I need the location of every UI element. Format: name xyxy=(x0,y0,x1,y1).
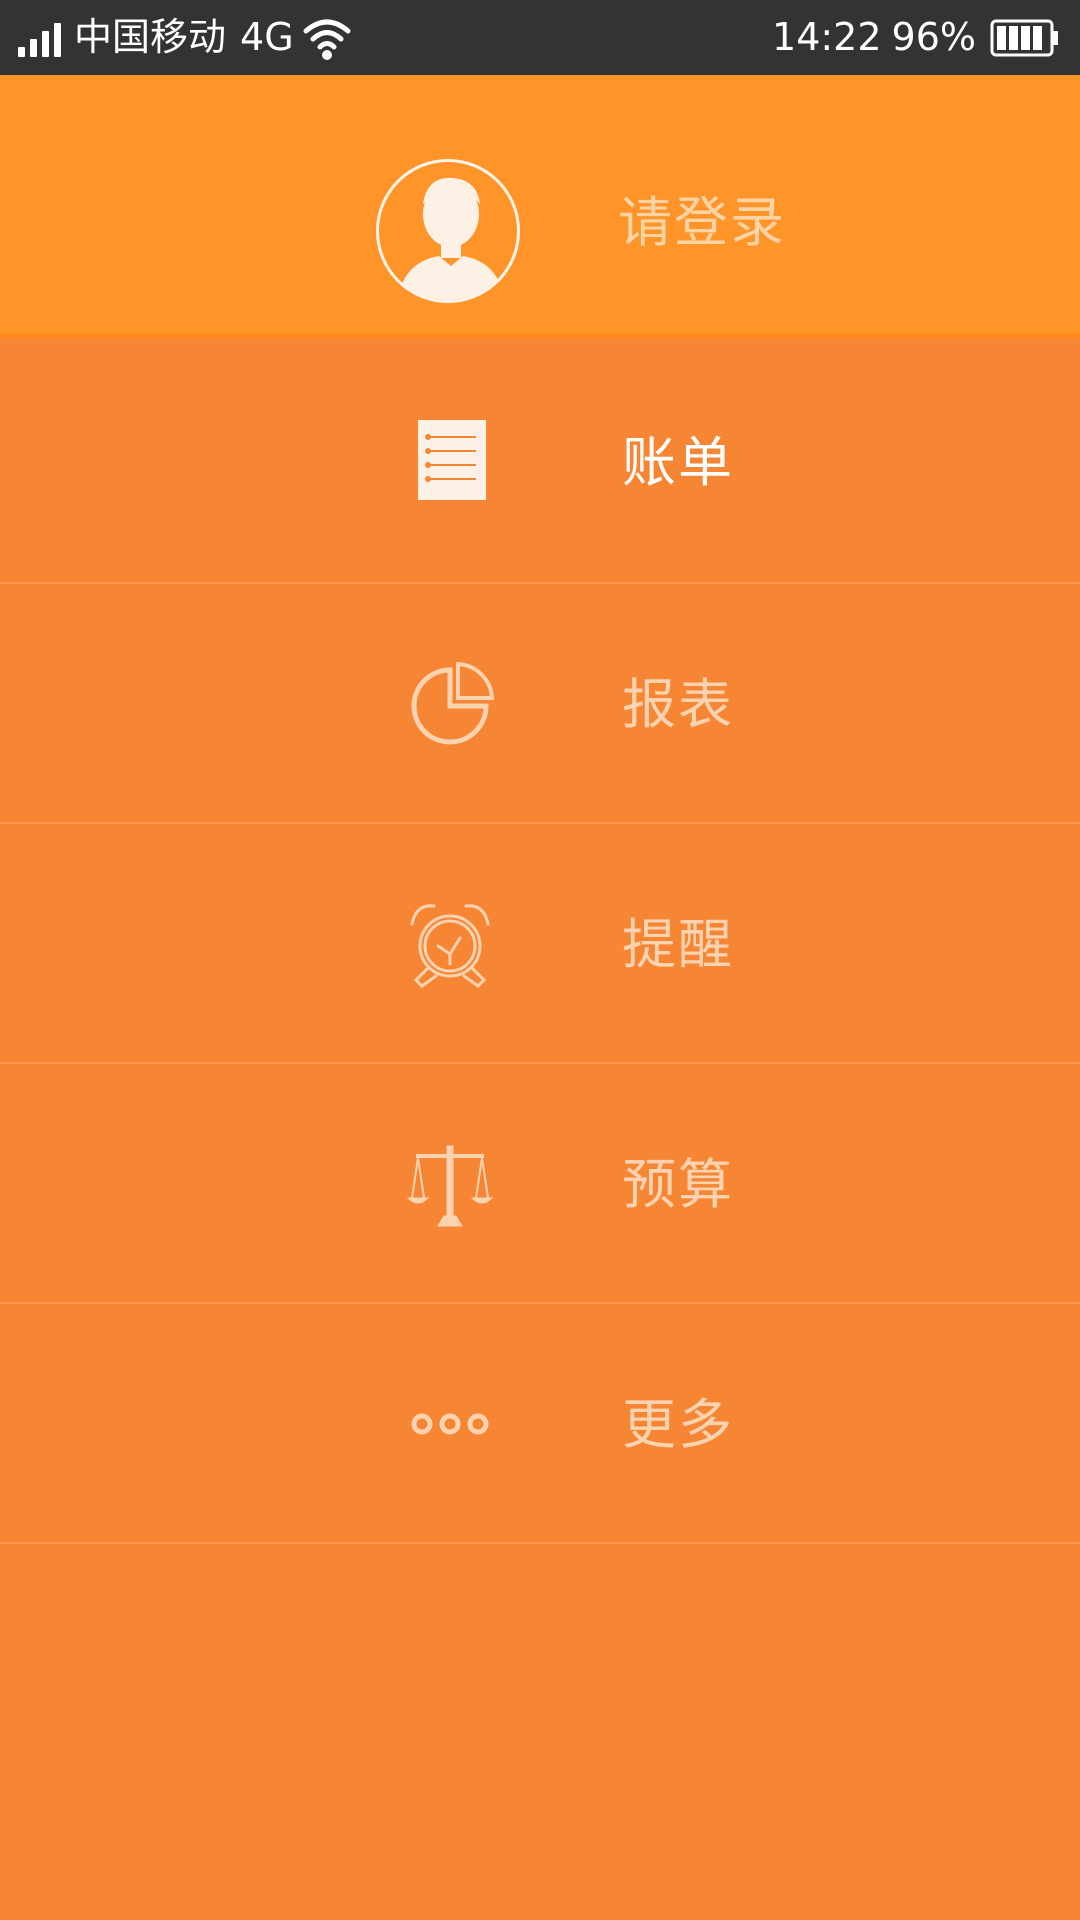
menu-item-budget[interactable]: 预算 xyxy=(0,1064,1080,1304)
menu-item-label: 账单 xyxy=(622,431,734,494)
more-dots-icon xyxy=(411,1413,489,1435)
user-header: 请登录 xyxy=(0,75,1080,338)
bill-list-icon xyxy=(418,420,486,500)
menu-item-label: 报表 xyxy=(622,673,734,736)
balance-scale-icon xyxy=(406,1145,494,1227)
user-avatar-icon[interactable] xyxy=(376,159,520,303)
battery-percent: 96% xyxy=(891,15,976,59)
network-type: 4G xyxy=(240,15,294,59)
alarm-clock-icon xyxy=(410,904,490,988)
menu-item-bill[interactable]: 账单 xyxy=(0,342,1080,584)
carrier-name: 中国移动 xyxy=(74,15,227,59)
menu-item-label: 更多 xyxy=(622,1393,734,1456)
login-prompt[interactable]: 请登录 xyxy=(618,188,786,258)
wifi-icon xyxy=(303,19,351,60)
pie-chart-icon xyxy=(411,661,495,745)
status-bar: 中国移动 4G 14:22 96% xyxy=(0,0,1080,75)
clock-time: 14:22 xyxy=(772,15,882,59)
side-menu: 账单 报表 提醒 预算 更多 xyxy=(0,342,1080,1544)
signal-icon xyxy=(18,19,66,57)
battery-icon xyxy=(990,19,1058,56)
menu-item-more[interactable]: 更多 xyxy=(0,1304,1080,1544)
menu-item-report[interactable]: 报表 xyxy=(0,584,1080,824)
menu-item-label: 预算 xyxy=(622,1153,734,1216)
menu-item-reminder[interactable]: 提醒 xyxy=(0,824,1080,1064)
menu-item-label: 提醒 xyxy=(622,913,734,976)
